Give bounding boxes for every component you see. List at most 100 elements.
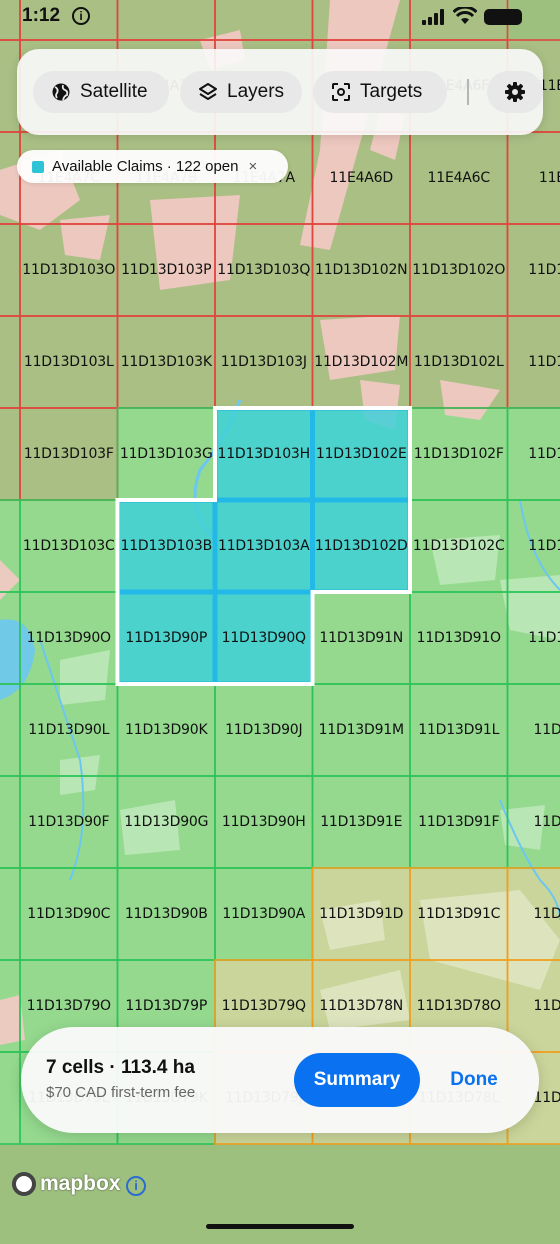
cell-label: 11D13D78O [416,998,501,1014]
mapbox-mark-icon [12,1172,36,1196]
cell-label: 11D13D90F [28,814,110,830]
cell-label: 11D13D103C [22,538,115,554]
legend-swatch [32,160,44,173]
cell-label: M [0,718,20,742]
cell-label: 3E [0,442,20,466]
cell-label: 11D13D102L [413,354,504,370]
cell-label: 11D13D103O [22,262,116,278]
home-indicator [206,1224,354,1229]
battery-icon [484,9,522,25]
cell-label: 11D13D102D [314,538,408,554]
targets-button[interactable]: Targets [313,71,447,113]
cell-label: 11D13D102N [315,262,408,278]
legend-text: Available Claims · 122 open [52,158,239,175]
cell-label: 11D13D90P [125,630,208,646]
cell-label: 11D13D103L [23,354,114,370]
summary-button[interactable]: Summary [294,1053,420,1107]
cell-label: 11D13D103H [217,446,311,462]
status-info-icon: i [72,7,90,25]
layers-label: Layers [227,81,285,102]
cell-label: 11D13D90C [27,906,111,922]
globe-icon [52,83,70,101]
cell-label: 11D13 [533,906,560,922]
cell-label: 3D [0,534,20,558]
cell-label: 11D13D102F [413,446,504,462]
cell-label: 11E4 [538,170,560,186]
cell-label: 11D13D91C [417,906,501,922]
wifi-icon [453,7,477,24]
cell-label: 11D13D103F [23,446,114,462]
cell-label: 11D13D91L [418,722,500,738]
selection-fee: $70 CAD first-term fee [46,1084,196,1101]
cell-label: 11D13D103J [220,354,307,370]
cell-label: 11D13D90O [26,630,111,646]
cell-label: 11D13 [533,722,560,738]
cell-label: D [0,902,20,926]
cell-label: 11D13D90B [124,906,208,922]
cellular-signal-icon [422,9,444,25]
cell-label: 11D13D102O [412,262,506,278]
cell-label: 11D13D103Q [217,262,311,278]
selection-summary-title: 7 cells · 113.4 ha [46,1057,195,1078]
satellite-button[interactable]: Satellite [33,71,169,113]
targets-label: Targets [360,81,423,102]
cell-label: 11D13D90J [225,722,303,738]
cell-label: 11D13 [533,998,560,1014]
cell-label: E [0,810,20,834]
cell-label: 11D13D91M [318,722,404,738]
cell-label: M [0,1086,20,1110]
cell-label: 11D13D [528,538,560,554]
mapbox-logo[interactable]: mapbox [12,1172,121,1196]
close-icon[interactable]: × [249,158,258,175]
target-focus-icon [332,83,350,101]
cell-label: 11D13D90L [28,722,110,738]
cell-label: 11E4A6D [329,170,394,186]
cell-label: 11D13D79P [125,998,208,1014]
cell-label: 11D13D90Q [221,630,306,646]
cell-label: 11D13D91F [418,814,500,830]
cell-label: 11D13D91N [319,630,404,646]
cell-label: 11D13D91E [320,814,403,830]
legend-chip[interactable]: Available Claims · 122 open × [17,150,288,183]
cell-label: 3M [0,350,20,374]
cell-label: 11D13D102E [315,446,407,462]
cell-label: 3N [0,258,20,282]
cell-label: 11E4A6C [427,170,491,186]
cell-label: 11D13D78N [319,998,404,1014]
toolbar-divider [467,79,469,105]
cell-label: 11D13D [528,354,560,370]
done-button[interactable]: Done [439,1053,509,1107]
status-time: 1:12 [22,5,61,26]
mapbox-logo-text: mapbox [40,1172,121,1195]
layers-icon [199,83,217,100]
cell-label: 11D13D90G [124,814,209,830]
cell-label: 11D13D91D [319,906,404,922]
satellite-label: Satellite [80,81,148,102]
cell-label: 11D13D90H [221,814,306,830]
cell-label: 11D13D103P [121,262,212,278]
cell-label: 11D13D91O [416,630,501,646]
cell-label: 11D13D [528,262,560,278]
selection-sheet: 7 cells · 113.4 ha $70 CAD first-term fe… [21,1027,539,1133]
cell-label: 11D13D103B [120,538,213,554]
cell-label: 11D13D90A [222,906,306,922]
status-bar: 1:12 i [0,0,560,34]
cell-label: 11D13D [528,446,560,462]
cell-label: 11D13D103A [218,538,310,554]
attribution-info-icon[interactable]: i [126,1176,146,1196]
cell-label: 11D13 [533,814,560,830]
cell-label: 11D13D [528,630,560,646]
settings-button[interactable] [487,71,543,113]
cell-label: 11D13D102M [314,354,409,370]
map-toolbar: Satellite Layers Targets [17,49,543,135]
cell-label: N [0,626,20,650]
cell-label: 11D13D90K [125,722,208,738]
cell-label: 11D13D102C [412,538,505,554]
cell-label: N [0,994,20,1018]
layers-button[interactable]: Layers [180,71,302,113]
cell-label: 11D13D103K [120,354,212,370]
cell-label: 11D13D103G [119,446,213,462]
gear-icon [505,82,525,102]
cell-label: 11D13D79O [26,998,111,1014]
cell-label: 11D13D79Q [221,998,306,1014]
